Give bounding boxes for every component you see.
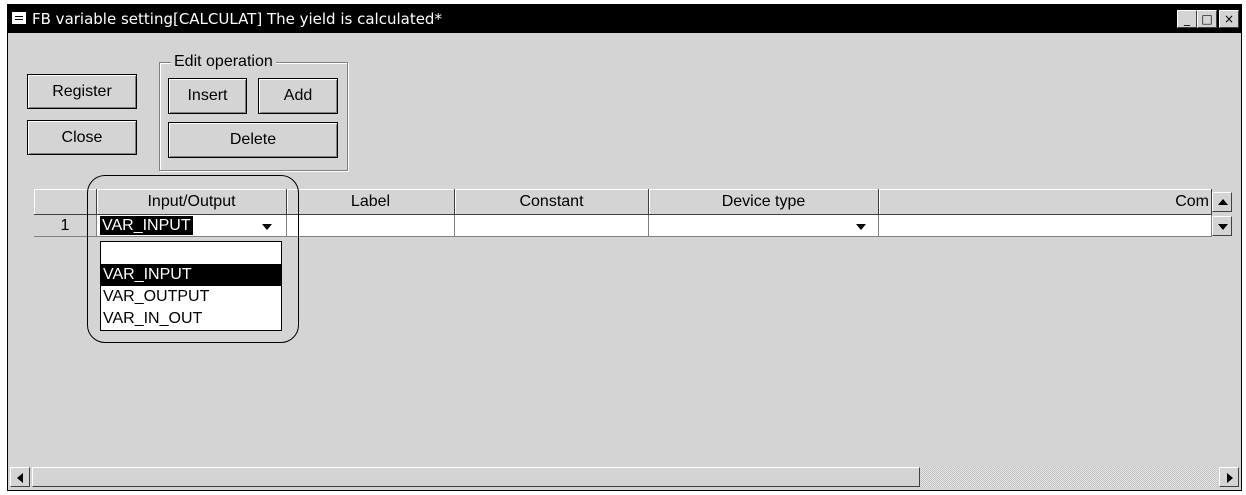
chevron-down-icon[interactable]	[262, 224, 272, 230]
edit-operation-legend: Edit operation	[171, 53, 276, 71]
scroll-down-button[interactable]	[1212, 216, 1232, 236]
restore-button[interactable]: □	[1197, 10, 1217, 28]
column-header-constant[interactable]: Constant	[455, 189, 649, 215]
row-number: 1	[34, 215, 97, 237]
label-cell[interactable]	[287, 215, 455, 237]
scroll-left-button[interactable]	[10, 467, 30, 487]
minimize-button[interactable]: _	[1177, 10, 1197, 28]
variable-grid: Input/Output Label Constant Device type …	[34, 189, 1241, 241]
io-combobox-value: VAR_INPUT	[100, 216, 193, 235]
column-header-input-output[interactable]: Input/Output	[97, 189, 287, 215]
insert-button[interactable]: Insert	[168, 78, 247, 114]
chevron-down-icon[interactable]	[856, 224, 866, 230]
device-type-combobox[interactable]	[649, 215, 879, 237]
title-bar[interactable]: FB variable setting[CALCULAT] The yield …	[8, 5, 1241, 33]
horizontal-scrollbar[interactable]	[8, 465, 1241, 489]
arrow-down-icon	[1218, 224, 1228, 230]
fb-variable-setting-window: FB variable setting[CALCULAT] The yield …	[7, 4, 1242, 491]
arrow-left-icon	[17, 473, 23, 483]
window-title: FB variable setting[CALCULAT] The yield …	[32, 10, 442, 28]
column-header-comment[interactable]: Com	[879, 189, 1212, 215]
arrow-right-icon	[1227, 473, 1233, 483]
scroll-thumb[interactable]	[32, 467, 920, 487]
arrow-up-icon	[1218, 199, 1228, 205]
scroll-right-button[interactable]	[1219, 467, 1239, 487]
io-dropdown-list: VAR_INPUT VAR_OUTPUT VAR_IN_OUT	[100, 241, 282, 331]
io-option-var-input[interactable]: VAR_INPUT	[101, 264, 281, 286]
delete-button[interactable]: Delete	[168, 122, 338, 158]
io-option-blank[interactable]	[101, 242, 281, 264]
comment-cell[interactable]	[879, 215, 1212, 237]
scroll-up-button[interactable]	[1212, 192, 1232, 212]
close-window-button[interactable]: ×	[1219, 10, 1239, 28]
io-option-var-output[interactable]: VAR_OUTPUT	[101, 286, 281, 308]
row-number-header	[34, 189, 97, 215]
table-row[interactable]: 1 VAR_INPUT	[34, 215, 1241, 237]
add-button[interactable]: Add	[258, 78, 338, 114]
io-combobox[interactable]: VAR_INPUT	[97, 215, 287, 237]
close-button[interactable]: Close	[27, 120, 137, 155]
column-header-label[interactable]: Label	[287, 189, 455, 215]
register-button[interactable]: Register	[27, 74, 137, 109]
constant-cell[interactable]	[455, 215, 649, 237]
io-option-var-in-out[interactable]: VAR_IN_OUT	[101, 308, 281, 330]
column-header-device-type[interactable]: Device type	[649, 189, 879, 215]
window-icon[interactable]	[12, 12, 26, 24]
